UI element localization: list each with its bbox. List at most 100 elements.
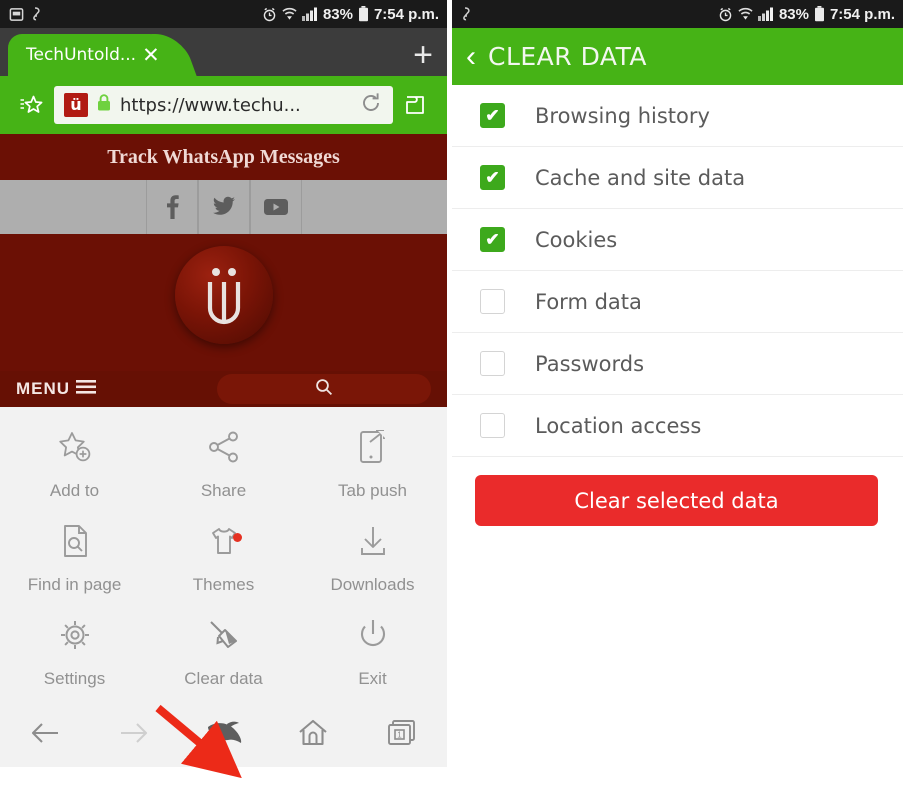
site-search-box[interactable] xyxy=(217,374,431,404)
signal-bars-icon xyxy=(757,7,774,21)
list-item-label: Cookies xyxy=(535,227,618,252)
url-input[interactable]: ü https://www.techu... xyxy=(54,86,393,124)
menu-item-find-in-page[interactable]: Find in page xyxy=(0,511,149,605)
search-icon xyxy=(315,378,333,401)
close-icon[interactable]: ✕ xyxy=(142,45,160,66)
status-bar-clock: 7:54 p.m. xyxy=(829,5,895,23)
check-icon: ✔ xyxy=(485,106,500,125)
menu-item-clear-data[interactable]: Clear data xyxy=(149,605,298,699)
wifi-icon xyxy=(738,7,753,21)
site-menu-button[interactable]: MENU xyxy=(16,379,97,400)
list-item-label: Passwords xyxy=(535,351,645,376)
webpage-content: Track WhatsApp Messages MENU xyxy=(0,134,447,407)
menu-item-label: Themes xyxy=(192,574,255,594)
menu-item-add-to[interactable]: Add to xyxy=(0,417,149,511)
checkbox-cache-and-site-data[interactable]: ✔ xyxy=(480,165,505,190)
share-icon xyxy=(205,428,243,471)
menu-item-settings[interactable]: Settings xyxy=(0,605,149,699)
clear-selected-data-button[interactable]: Clear selected data xyxy=(475,475,878,526)
battery-percent: 83% xyxy=(778,5,809,23)
dolphin-logo-icon[interactable] xyxy=(179,718,268,748)
menu-item-tab-push[interactable]: Tab push xyxy=(298,417,447,511)
tabs-icon[interactable]: 1 xyxy=(358,718,447,748)
facebook-icon[interactable] xyxy=(145,180,198,234)
check-icon: ✔ xyxy=(485,168,500,187)
list-item[interactable]: ✔ Cookies xyxy=(452,209,903,271)
back-chevron-icon[interactable]: ‹ xyxy=(466,41,476,72)
tab-title: TechUntold... xyxy=(26,45,137,65)
status-bar-left-icons xyxy=(452,7,472,21)
menu-grid-row: Find in page Themes Downloads xyxy=(0,511,447,605)
menu-item-label: Settings xyxy=(43,668,106,688)
clear-selected-data-wrap: Clear selected data xyxy=(452,457,903,526)
menu-item-label: Share xyxy=(200,480,247,500)
puzzle-extension-icon[interactable] xyxy=(393,91,437,119)
back-icon[interactable] xyxy=(0,718,89,748)
youtube-icon[interactable] xyxy=(249,180,302,234)
settings-gear-icon xyxy=(56,616,94,659)
list-item[interactable]: ✔ Cache and site data xyxy=(452,147,903,209)
browser-menu-grid: Add to Share Tab push Find in page Theme… xyxy=(0,407,447,767)
twitter-icon[interactable] xyxy=(197,180,250,234)
alarm-icon xyxy=(262,7,277,22)
menu-grid-row: Add to Share Tab push xyxy=(0,417,447,511)
site-logo-icon xyxy=(174,246,273,344)
menu-item-label: Downloads xyxy=(330,574,415,594)
menu-item-label: Exit xyxy=(358,668,387,688)
status-bar-left-icons xyxy=(0,7,42,22)
list-item-label: Location access xyxy=(535,413,702,438)
app-notification-icon xyxy=(31,7,42,21)
list-item[interactable]: Passwords xyxy=(452,333,903,395)
site-hero xyxy=(0,234,447,371)
url-text: https://www.techu... xyxy=(120,94,301,116)
status-bar-clock: 7:54 p.m. xyxy=(373,5,439,23)
hamburger-icon xyxy=(76,379,97,400)
menu-item-label: Clear data xyxy=(184,668,263,688)
themes-shirt-icon xyxy=(205,522,243,565)
menu-item-downloads[interactable]: Downloads xyxy=(298,511,447,605)
social-icons-row xyxy=(0,180,447,234)
status-bar-right: 83% 7:54 p.m. xyxy=(452,0,903,28)
reload-icon[interactable] xyxy=(359,91,383,120)
menu-item-themes[interactable]: Themes xyxy=(149,511,298,605)
list-item[interactable]: Location access xyxy=(452,395,903,457)
clear-data-list: ✔ Browsing history ✔ Cache and site data… xyxy=(452,85,903,457)
new-tab-button[interactable]: + xyxy=(413,38,433,72)
page-title: Track WhatsApp Messages xyxy=(0,134,447,180)
home-icon[interactable] xyxy=(268,717,357,749)
browser-tab[interactable]: TechUntold... ✕ xyxy=(8,34,172,76)
check-icon: ✔ xyxy=(485,230,500,249)
status-bar-right-icons: 83% 7:54 p.m. xyxy=(718,0,895,28)
list-item[interactable]: ✔ Browsing history xyxy=(452,85,903,147)
site-favicon: ü xyxy=(64,93,88,117)
right-phone-screenshot: 83% 7:54 p.m. ‹ CLEAR DATA ✔ Browsing hi… xyxy=(452,0,903,800)
menu-grid-row: Settings Clear data Exit xyxy=(0,605,447,699)
menu-item-share[interactable]: Share xyxy=(149,417,298,511)
checkbox-passwords[interactable] xyxy=(480,351,505,376)
find-in-page-icon xyxy=(56,522,94,565)
power-exit-icon xyxy=(354,616,392,659)
status-bar-right-icons: 83% 7:54 p.m. xyxy=(262,0,439,28)
checkbox-cookies[interactable]: ✔ xyxy=(480,227,505,252)
lock-icon xyxy=(96,93,112,117)
svg-text:1: 1 xyxy=(398,731,403,740)
browser-bottom-nav: 1 xyxy=(0,699,447,767)
screenshot-root: 83% 7:54 p.m. TechUntold... ✕ + ü https:… xyxy=(0,0,903,800)
status-bar-left: 83% 7:54 p.m. xyxy=(0,0,447,28)
battery-icon xyxy=(358,6,369,22)
checkbox-form-data[interactable] xyxy=(480,289,505,314)
themes-badge-dot xyxy=(233,533,242,542)
left-phone-screenshot: 83% 7:54 p.m. TechUntold... ✕ + ü https:… xyxy=(0,0,447,800)
menu-item-label: Add to xyxy=(49,480,100,500)
wifi-icon xyxy=(282,7,297,21)
clear-data-header: ‹ CLEAR DATA xyxy=(452,28,903,85)
checkbox-browsing-history[interactable]: ✔ xyxy=(480,103,505,128)
menu-item-label: Find in page xyxy=(27,574,122,594)
list-item-label: Form data xyxy=(535,289,642,314)
menu-item-exit[interactable]: Exit xyxy=(298,605,447,699)
checkbox-location-access[interactable] xyxy=(480,413,505,438)
star-add-icon xyxy=(56,428,94,471)
list-item[interactable]: Form data xyxy=(452,271,903,333)
bookmark-star-icon[interactable] xyxy=(10,91,54,119)
forward-icon xyxy=(89,718,178,748)
